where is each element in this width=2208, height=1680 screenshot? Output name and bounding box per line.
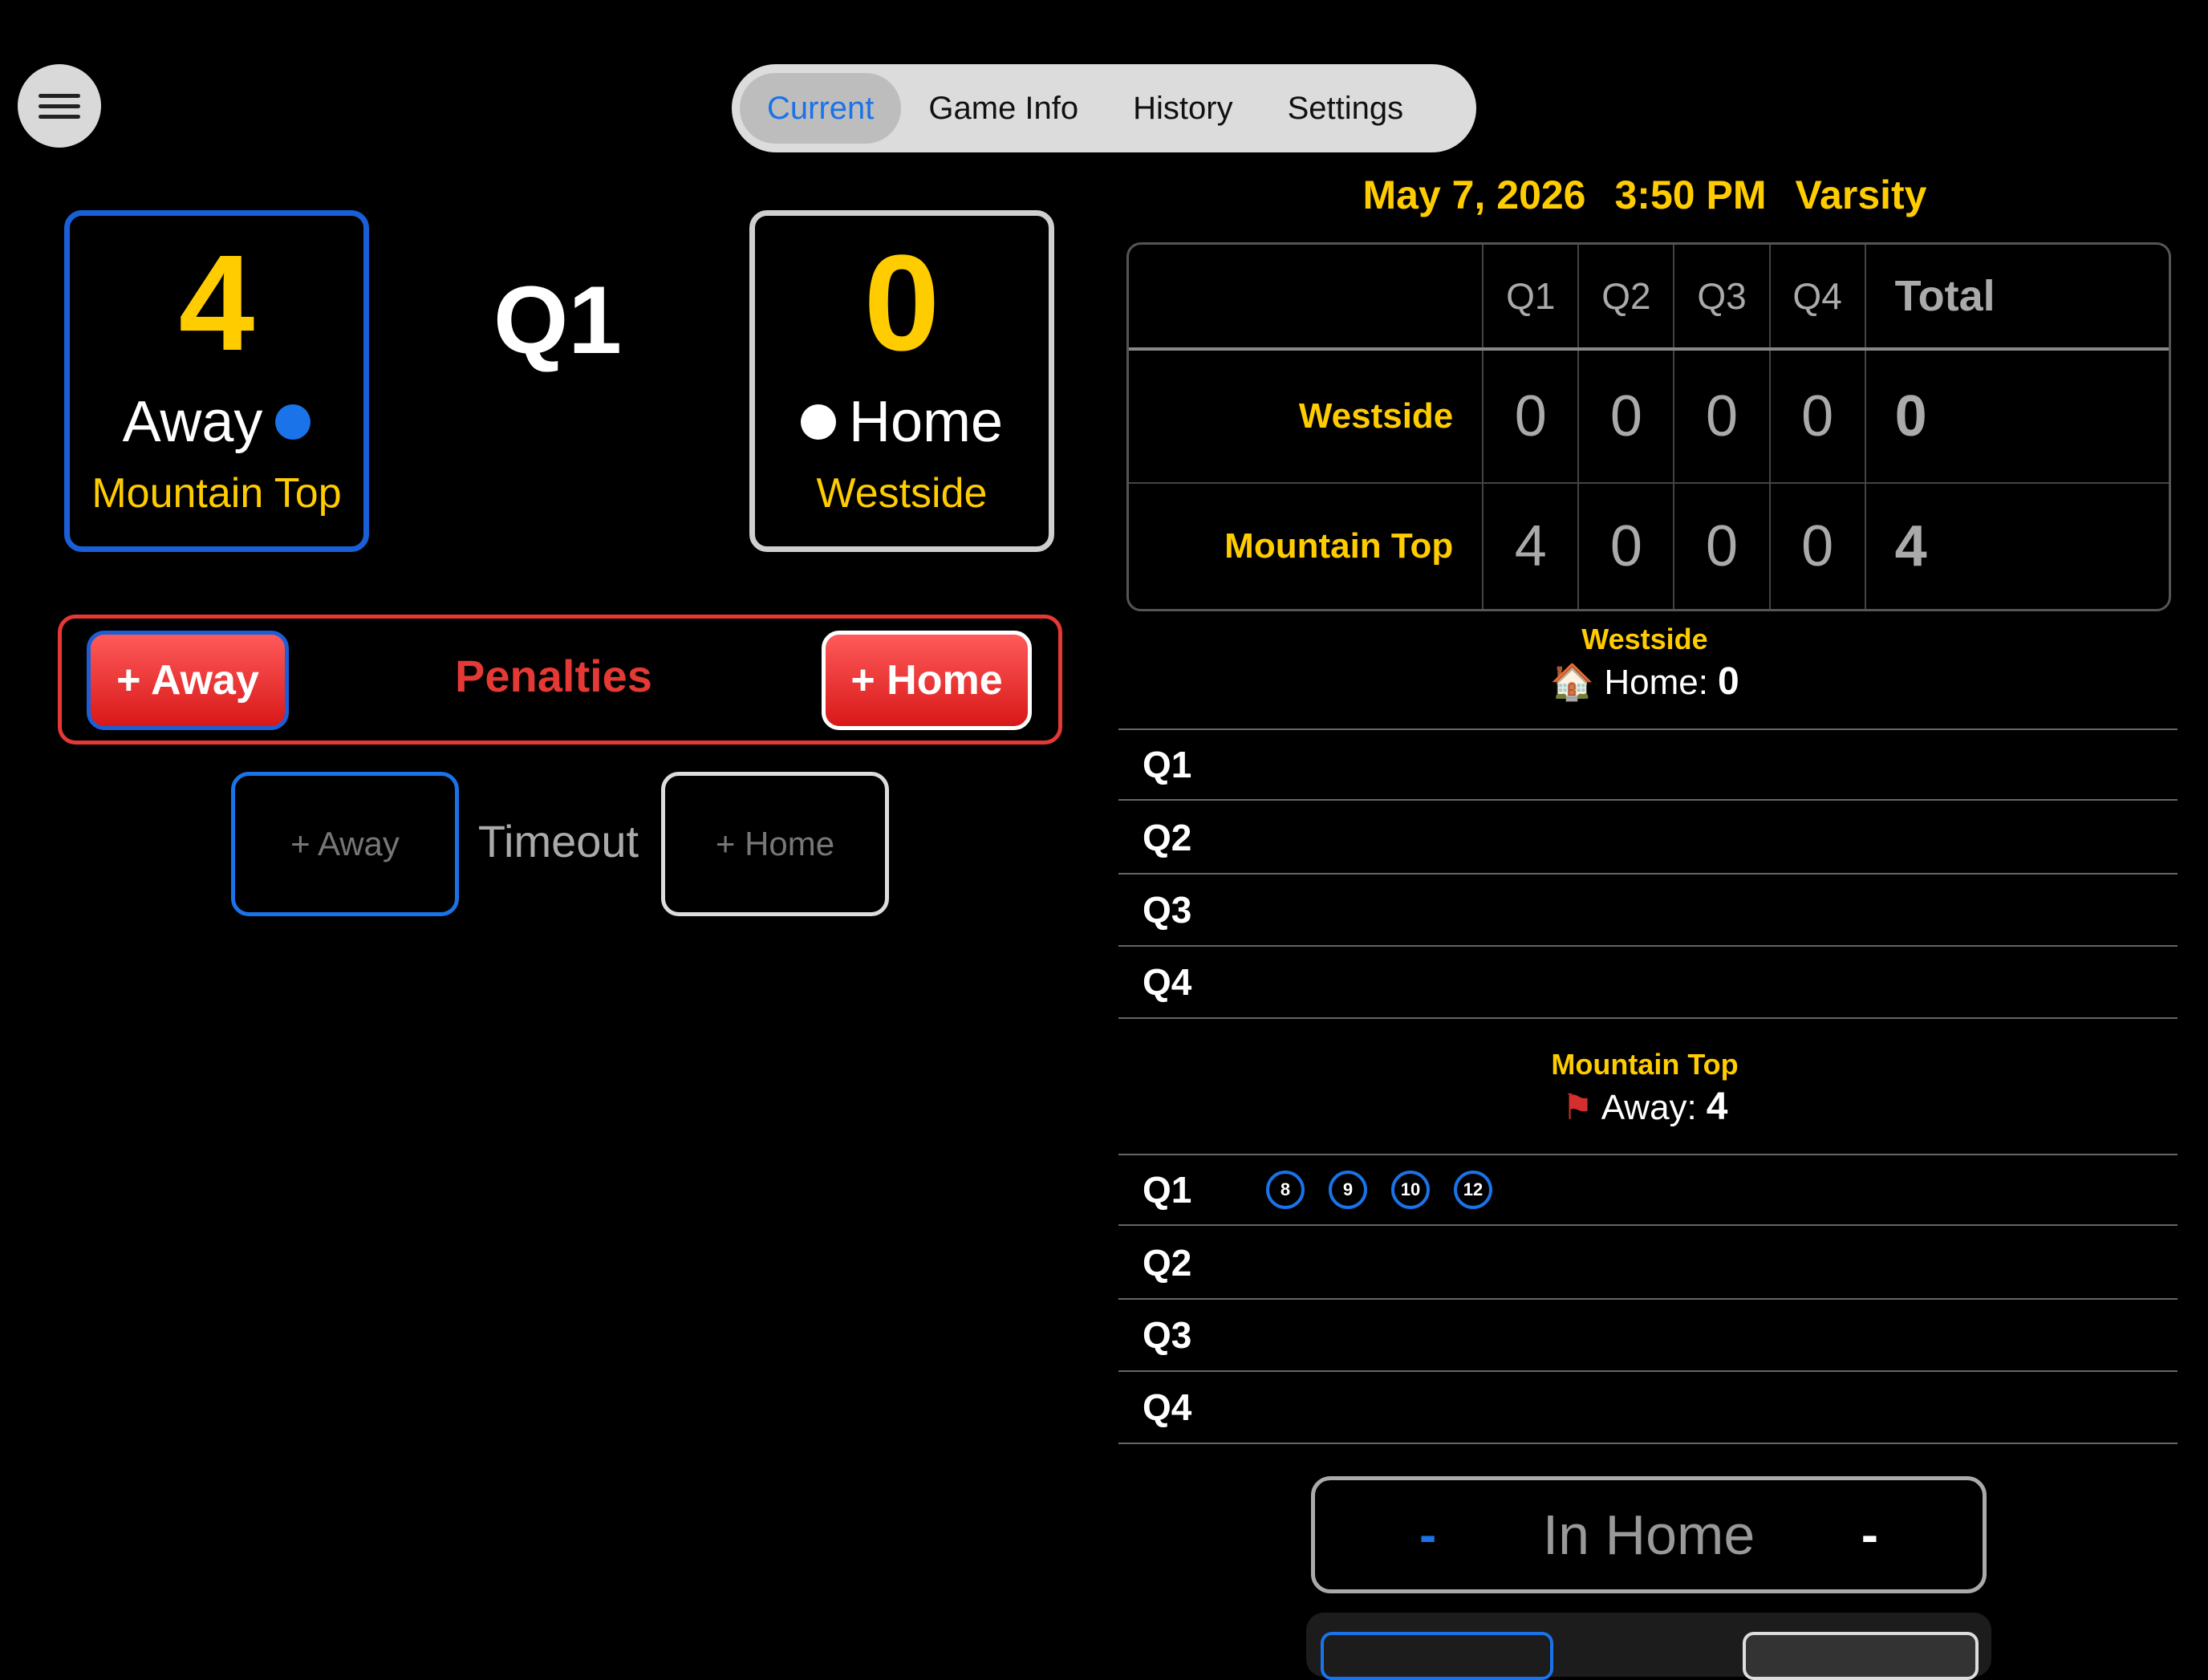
cell: 0	[1768, 349, 1865, 484]
row-team: Mountain Top	[1224, 526, 1454, 566]
add-away-penalty-button[interactable]: + Away	[87, 631, 289, 730]
box-score-table: Q1 Q2 Q3 Q4 Total Westside 0 0 0 0 0 Mou…	[1126, 242, 2171, 611]
game-date-header: May 7, 2026 3:50 PM Varsity	[1123, 172, 2166, 218]
possession-control: - In Home -	[1311, 1476, 1987, 1593]
table-row: Mountain Top 4 0 0 0 4	[1129, 483, 2169, 609]
player-chip[interactable]: 12	[1454, 1171, 1492, 1209]
home-team-name: Westside	[816, 470, 988, 517]
bottom-away-button[interactable]	[1321, 1632, 1553, 1680]
home-score-box[interactable]: 0 Home Westside	[749, 210, 1054, 552]
tab-game-info[interactable]: Game Info	[901, 73, 1106, 144]
cell: 4	[1482, 483, 1579, 609]
tab-history[interactable]: History	[1106, 73, 1260, 144]
away-q2-row[interactable]: Q2	[1118, 1228, 2178, 1300]
home-role-label: Home	[848, 390, 1004, 454]
home-q1-row[interactable]: Q1	[1118, 728, 2178, 801]
tab-current[interactable]: Current	[740, 73, 902, 144]
home-q3-row[interactable]: Q3	[1118, 874, 2178, 947]
period-indicator: Q1	[493, 266, 623, 374]
cell: 0	[1482, 349, 1579, 484]
red-flag-icon: ⚑	[1561, 1088, 1593, 1127]
cell: 0	[1577, 349, 1674, 484]
possession-label: In Home	[1542, 1503, 1755, 1566]
home-section-team: Westside	[1581, 623, 1708, 655]
away-q4-row[interactable]: Q4	[1118, 1372, 2178, 1444]
home-score: 0	[863, 227, 940, 379]
away-section-value: 4	[1706, 1086, 1728, 1128]
cell-total: 0	[1864, 349, 2169, 484]
player-chip[interactable]: 9	[1329, 1171, 1367, 1209]
tab-settings[interactable]: Settings	[1260, 73, 1431, 144]
game-time: 3:50 PM	[1614, 172, 1767, 217]
away-q1-row[interactable]: Q1 8 9 10 12	[1118, 1154, 2178, 1226]
hamburger-menu-button[interactable]	[18, 64, 101, 148]
cell: 0	[1673, 483, 1770, 609]
player-chip[interactable]: 8	[1266, 1171, 1305, 1209]
add-home-penalty-button[interactable]: + Home	[822, 631, 1032, 730]
house-icon: 🏠	[1550, 663, 1595, 702]
home-dot-icon	[800, 404, 836, 440]
away-section-label: Away:	[1601, 1088, 1697, 1127]
away-score: 4	[178, 227, 255, 379]
menu-icon	[39, 93, 80, 98]
col-header: Total	[1864, 245, 2169, 351]
table-row: Westside 0 0 0 0 0	[1129, 349, 2169, 484]
col-header: Q4	[1768, 245, 1865, 351]
row-team: Westside	[1129, 349, 1484, 484]
game-date: May 7, 2026	[1362, 172, 1586, 217]
cell: 0	[1577, 483, 1674, 609]
player-chip[interactable]: 10	[1391, 1171, 1430, 1209]
timeout-label: Timeout	[477, 816, 639, 866]
away-role-label: Away	[122, 390, 263, 454]
game-level: Varsity	[1795, 172, 1927, 217]
possession-away-button[interactable]: -	[1419, 1505, 1436, 1564]
col-header: Q2	[1577, 245, 1674, 351]
col-header: Q3	[1673, 245, 1770, 351]
cell: 0	[1768, 483, 1865, 609]
add-home-timeout-button[interactable]: + Home	[661, 772, 889, 916]
away-q3-row[interactable]: Q3	[1118, 1300, 2178, 1372]
home-section-value: 0	[1717, 660, 1739, 703]
away-dot-icon	[275, 404, 311, 440]
away-section-team: Mountain Top	[1551, 1048, 1739, 1081]
cell: 0	[1673, 349, 1770, 484]
away-team-name: Mountain Top	[91, 470, 342, 517]
away-score-box[interactable]: 4 Away Mountain Top	[64, 210, 369, 552]
bottom-home-button[interactable]	[1743, 1632, 1979, 1680]
away-section-score: ⚑ Away: 4	[1123, 1085, 2166, 1129]
penalties-label: Penalties	[455, 651, 652, 701]
possession-home-button[interactable]: -	[1861, 1505, 1878, 1564]
home-q2-row[interactable]: Q2	[1118, 802, 2178, 874]
home-section-score: 🏠 Home: 0	[1123, 659, 2166, 704]
home-section-label: Home:	[1604, 663, 1708, 702]
cell-total: 4	[1864, 483, 2169, 609]
segmented-tabs: Current Game Info History Settings	[732, 64, 1476, 152]
add-away-timeout-button[interactable]: + Away	[231, 772, 459, 916]
col-header: Q1	[1482, 245, 1579, 351]
home-q4-row[interactable]: Q4	[1118, 947, 2178, 1019]
